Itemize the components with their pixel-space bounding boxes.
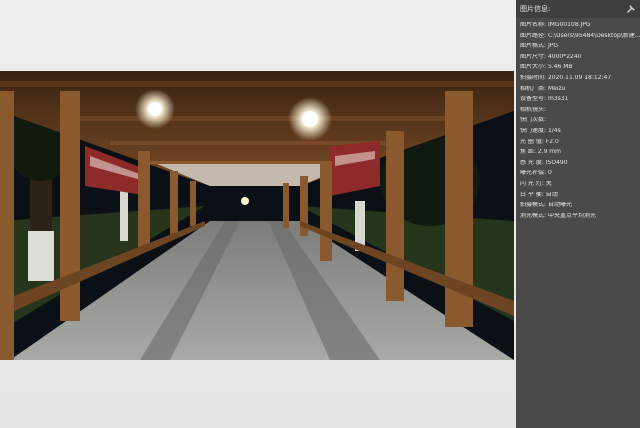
info-row: 图片大小: 5.46 MB bbox=[520, 64, 640, 75]
info-row: 曝光补偿: 0 bbox=[520, 170, 640, 181]
info-label: 图片路径: bbox=[520, 32, 547, 39]
info-label: 拍摄时间: bbox=[520, 74, 547, 81]
info-row: 焦 距: 2.9 mm bbox=[520, 149, 640, 160]
info-value: 5.46 MB bbox=[547, 64, 573, 71]
panel-title: 图片信息: bbox=[520, 4, 551, 13]
image-info-panel: 图片信息: 图片名称: IMG00108.JPG 图片路径: C:\Users\9… bbox=[516, 0, 640, 428]
info-label: 曝光补偿: bbox=[520, 170, 547, 177]
info-value: 4000*2240 bbox=[547, 53, 582, 60]
info-label: 图片格式: bbox=[520, 43, 547, 50]
info-row: 设备型号: m3s31 bbox=[520, 96, 640, 107]
info-value: m3s31 bbox=[547, 96, 569, 103]
info-label: 光 圈 值: bbox=[520, 138, 544, 145]
info-value: 关 bbox=[545, 180, 552, 187]
info-label: 快门速度: bbox=[520, 127, 547, 134]
info-label: 测光模式: bbox=[520, 212, 547, 219]
info-row: 拍摄时间: 2020.11.09 18:12:47 bbox=[520, 75, 640, 86]
info-label: 相机镜头: bbox=[520, 106, 547, 113]
info-row: 感 光 度: ISO490 bbox=[520, 160, 640, 171]
info-row: 相机厂商: Meizu bbox=[520, 86, 640, 97]
photo-illustration bbox=[0, 71, 514, 360]
info-label: 设备型号: bbox=[520, 96, 547, 103]
info-row: 光 圈 值: F2.0 bbox=[520, 139, 640, 150]
info-value: 2020.11.09 18:12:47 bbox=[547, 74, 612, 81]
info-value: 1/4s bbox=[547, 127, 561, 134]
image-viewer bbox=[0, 0, 516, 428]
info-row: 相机镜头: bbox=[520, 107, 640, 118]
panel-header: 图片信息: bbox=[516, 0, 640, 18]
info-label: 闪 光 灯: bbox=[520, 180, 544, 187]
pin-icon[interactable] bbox=[626, 4, 636, 14]
info-list: 图片名称: IMG00108.JPG 图片路径: C:\Users\95484\D… bbox=[516, 18, 640, 223]
info-label: 相机厂商: bbox=[520, 85, 547, 92]
info-value: F2.0 bbox=[545, 138, 559, 145]
info-label: 快门次数: bbox=[520, 117, 547, 124]
info-label: 白 平 衡: bbox=[520, 191, 544, 198]
info-row: 闪 光 灯: 关 bbox=[520, 181, 640, 192]
photo[interactable] bbox=[0, 71, 514, 360]
info-row: 图片名称: IMG00108.JPG bbox=[520, 22, 640, 33]
info-label: 焦 距: bbox=[520, 149, 536, 156]
info-value: 2.9 mm bbox=[537, 149, 561, 156]
info-value: Meizu bbox=[547, 85, 566, 92]
info-value: ISO490 bbox=[545, 159, 568, 166]
info-value: 0 bbox=[547, 170, 552, 177]
info-row: 图片格式: JPG bbox=[520, 43, 640, 54]
info-row: 白 平 衡: 自动 bbox=[520, 192, 640, 203]
info-row: 快门速度: 1/4s bbox=[520, 128, 640, 139]
info-row: 快门次数: bbox=[520, 117, 640, 128]
info-label: 感 光 度: bbox=[520, 159, 544, 166]
info-value: 中央重点平均测光 bbox=[547, 212, 596, 219]
info-value: 自动 bbox=[545, 191, 558, 198]
info-row: 测光模式: 中央重点平均测光 bbox=[520, 213, 640, 224]
info-label: 图片名称: bbox=[520, 22, 547, 28]
info-label: 图片尺寸: bbox=[520, 53, 547, 60]
info-row: 图片路径: C:\Users\95484\Desktop\新建... bbox=[520, 33, 640, 44]
info-value: IMG00108.JPG bbox=[547, 22, 591, 28]
info-row: 图片尺寸: 4000*2240 bbox=[520, 54, 640, 65]
info-value: JPG bbox=[547, 43, 558, 50]
info-label: 图片大小: bbox=[520, 64, 547, 71]
info-value: C:\Users\95484\Desktop\新建... bbox=[547, 32, 640, 39]
info-label: 拍摄模式: bbox=[520, 202, 547, 209]
info-value: 自动曝光 bbox=[547, 202, 572, 209]
info-row: 拍摄模式: 自动曝光 bbox=[520, 202, 640, 213]
